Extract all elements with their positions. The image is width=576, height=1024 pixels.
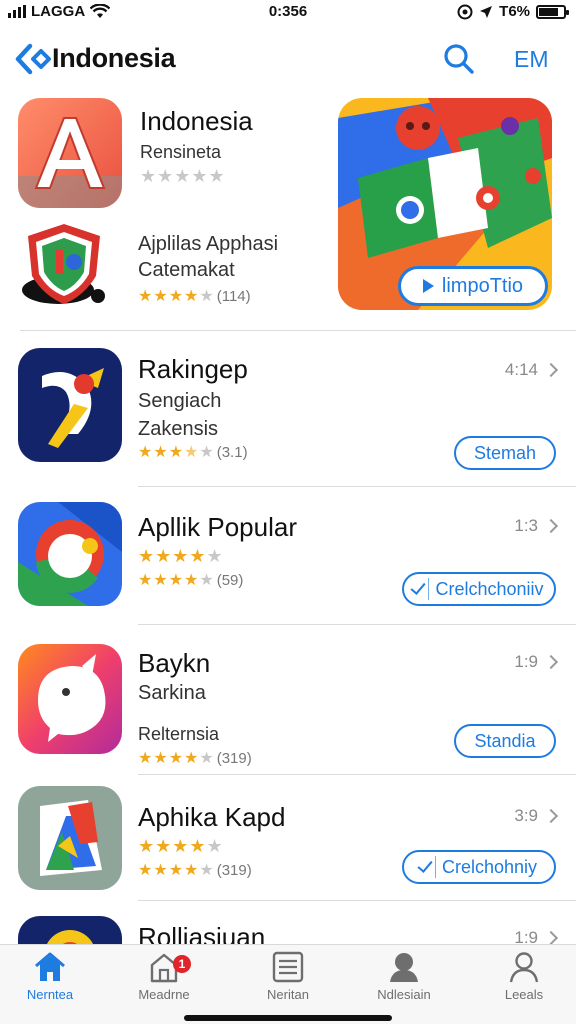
banner-button-label: limpoTtio [441,274,524,297]
app-installed-button[interactable]: Crelchohniy [402,850,556,884]
app-title[interactable]: Baykn [138,648,210,679]
tab-label: Meadrne [138,987,190,1002]
tab-home[interactable]: Nerntea [0,951,100,1002]
app-line3: Relternsia [138,724,220,744]
app-title[interactable]: Aphika Kapd [138,802,285,833]
status-bar: LAGGA 0:356 T6% [0,0,576,26]
divider [138,624,576,625]
app-installed-button[interactable]: Crelchchoniiv [402,572,556,606]
featured-app-title[interactable]: Indonesia [140,106,253,137]
battery-percent: T6% [499,3,530,20]
app-get-button[interactable]: Stemah [454,436,556,470]
checkmark-icon [417,857,433,873]
app-meta[interactable]: 4:14 [504,360,559,380]
app-rating: ★★★★★ (319) [138,862,252,879]
app-review-count: (319) [216,862,252,879]
divider [138,900,576,901]
tab-label: Leeals [504,987,544,1002]
featured-app-rating: ★★★★★ [140,166,226,186]
chevron-right-icon [543,654,559,670]
profile-icon [509,952,539,983]
featured-app2-title[interactable]: Ajplilas Apphasi [138,233,278,256]
lock-rotation-icon [457,4,473,19]
app-title[interactable]: Rakingep [138,354,248,385]
app-icon-apllik-popular[interactable] [18,502,122,606]
featured-app-subtitle: Rensineta [140,142,222,162]
chevron-right-icon [543,518,559,534]
tab-bar: Nerntea 1 Meadrne Neritan Ndlesiain Leea… [0,944,576,1024]
page-title: Indonesia [52,43,176,73]
app-button-label: Standia [474,730,536,751]
app-meta-value: 1:3 [514,516,538,535]
location-icon [480,5,493,18]
app-meta[interactable]: 1:3 [514,516,559,536]
featured-app2-subtitle: Catemakat [138,259,235,281]
app-review-count: (319) [216,750,252,767]
app-line3: Zakensis [138,418,219,440]
app-title[interactable]: Apllik Popular [138,512,297,543]
tab-label: Neritan [267,987,309,1002]
tab-label: Ndlesiain [377,987,431,1002]
battery-icon [536,4,569,19]
banner-play-button[interactable]: limpoTtio [398,266,548,306]
tab-profile[interactable]: Leeals [474,951,574,1002]
app-button-label: Crelchchoniiv [435,578,544,599]
app-rating: ★★★★★ (3.1) [138,444,248,461]
search-icon[interactable] [443,43,475,75]
tab-people[interactable]: Ndlesiain [354,951,454,1002]
play-icon [422,279,434,293]
app-meta[interactable]: 1:9 [514,652,559,672]
tab-list[interactable]: Neritan [238,951,338,1002]
nav-bar: Indonesia EM [0,34,576,84]
featured-app2-count: (114) [216,288,251,305]
notification-badge: 1 [173,955,191,973]
list-icon [272,951,304,983]
app-rating: ★★★★★ [138,546,224,566]
app-review-count: (59) [216,572,244,589]
chevron-right-icon [543,930,559,946]
home-indicator[interactable] [184,1015,392,1021]
app-line2: Sengiach [138,390,222,412]
separator [434,856,436,878]
divider [138,774,576,775]
app-meta-value: 4:14 [504,360,538,379]
tab-label: Nerntea [26,987,74,1002]
status-right: T6% [457,3,569,20]
divider [138,486,576,487]
home-icon [35,952,65,981]
app-icon-aphika-kapd[interactable] [18,786,122,890]
app-line2: Sarkina [138,682,206,704]
app-meta-value: 1:9 [514,652,538,671]
app-get-button[interactable]: Standia [454,724,556,758]
app-rating: ★★★★★ [138,836,224,856]
tab-store[interactable]: 1 Meadrne [114,951,214,1002]
language-button[interactable]: EM [514,46,549,73]
chevron-right-icon [543,362,559,378]
back-icon[interactable] [14,42,52,76]
chevron-right-icon [543,808,559,824]
app-icon-shield[interactable] [18,220,110,310]
checkmark-icon [410,579,427,595]
app-button-label: Crelchohniy [441,856,538,877]
person-icon [390,953,418,982]
divider [20,330,576,331]
app-review-count: (3.1) [216,444,248,461]
app-icon-indonesia[interactable] [18,98,122,208]
app-icon-baykn[interactable] [18,644,122,754]
featured-app2-rating: ★★★★★ (114) [138,288,251,305]
app-meta[interactable]: 3:9 [514,806,559,826]
app-rating: ★★★★★ (59) [138,572,244,589]
app-meta-value: 3:9 [514,806,538,825]
app-button-label: Stemah [473,442,537,463]
separator [428,578,430,600]
app-rating: ★★★★★ (319) [138,750,252,767]
app-icon-rakingep[interactable] [18,348,122,462]
